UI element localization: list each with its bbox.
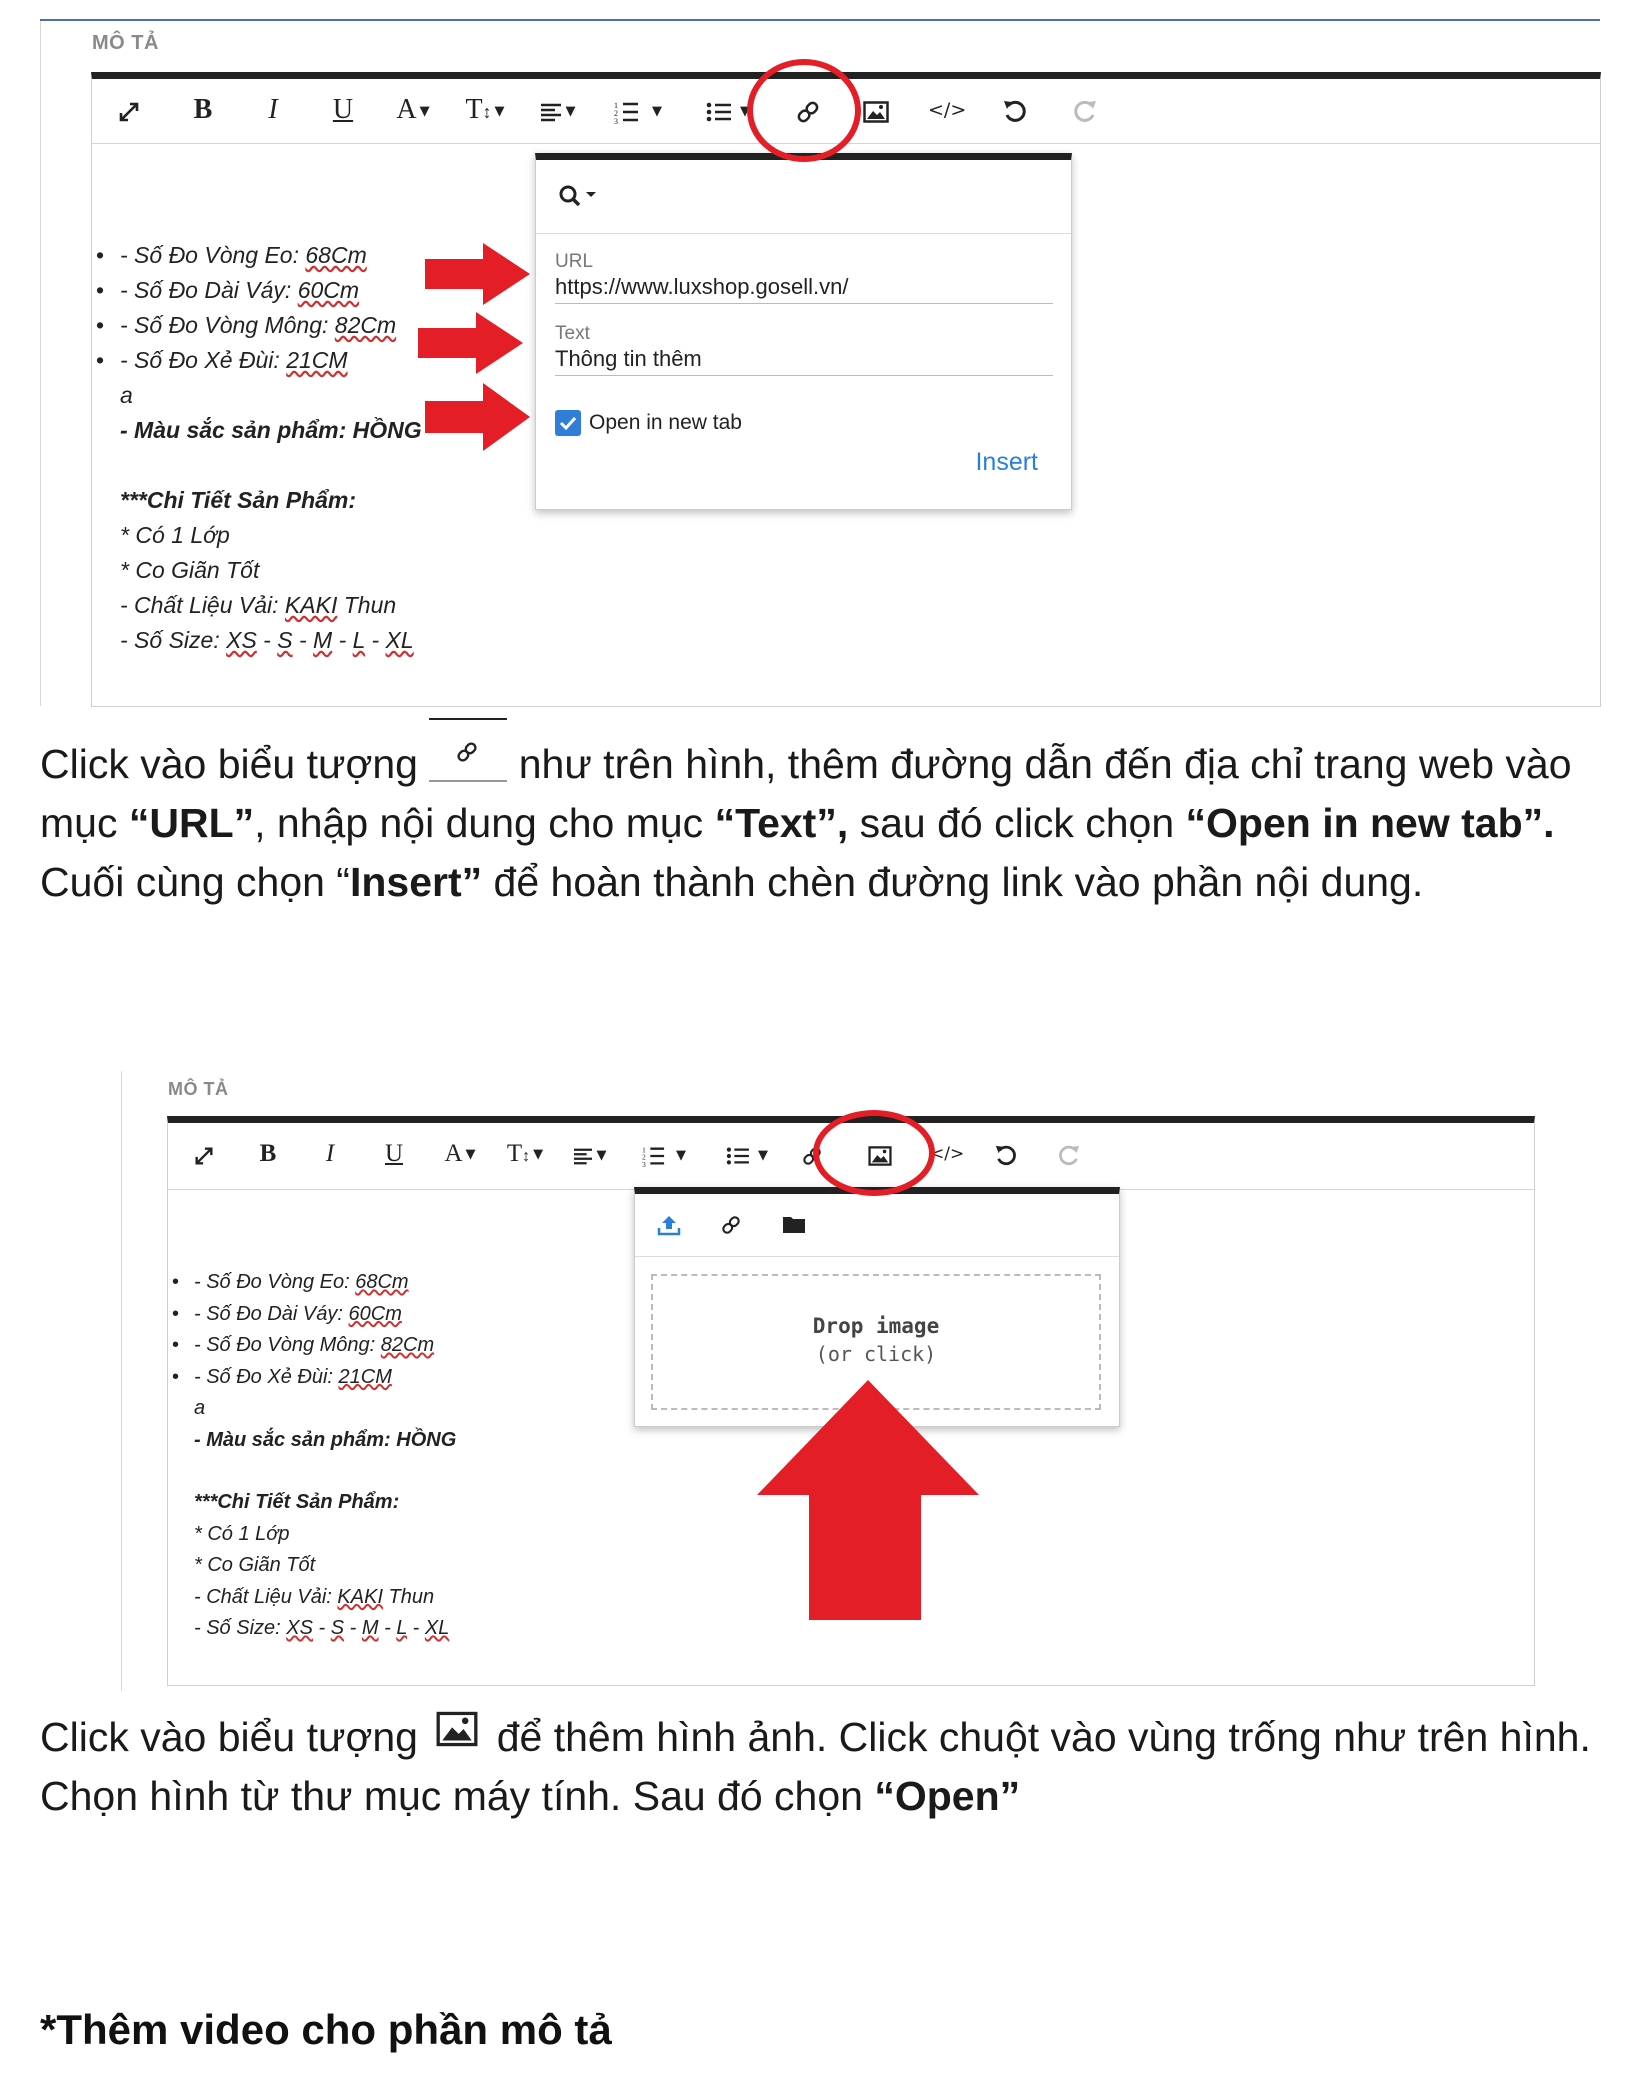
instruction-paragraph-2: Click vào biểu tượng để thêm hình ảnh. C… bbox=[40, 1704, 1600, 1826]
redo-icon[interactable] bbox=[1054, 1137, 1084, 1171]
upload-icon[interactable] bbox=[657, 1214, 681, 1241]
code-view-icon[interactable]: </> bbox=[928, 93, 966, 127]
text-label: Text bbox=[555, 323, 590, 344]
detail-line: * Có 1 Lớp bbox=[120, 522, 230, 548]
url-input[interactable]: https://www.luxshop.gosell.vn/ bbox=[555, 274, 848, 300]
detail-title: ***Chi Tiết Sản Phẩm: bbox=[120, 487, 357, 513]
shot2-left-border bbox=[121, 1071, 122, 1691]
section-label: MÔ TẢ bbox=[168, 1079, 229, 1099]
url-underline bbox=[555, 303, 1053, 304]
editor-content[interactable]: • - Số Đo Vòng Eo: 68Cm • - Số Đo Dài Váy:… bbox=[172, 1267, 457, 1645]
material-line: - Chất Liệu Vải: KAKI Thun bbox=[194, 1585, 435, 1608]
italic-icon[interactable]: I bbox=[258, 93, 288, 127]
detail-line: * Co Giãn Tốt bbox=[120, 557, 260, 583]
image-dialog-tabs bbox=[635, 1194, 1119, 1257]
editor-content[interactable]: • - Số Đo Vòng Eo: 68Cm • - Số Đo Dài Váy:… bbox=[96, 238, 422, 658]
text-underline bbox=[555, 375, 1053, 376]
fullscreen-icon[interactable] bbox=[190, 1137, 218, 1171]
align-icon[interactable]: ▼ bbox=[532, 93, 582, 127]
ordered-list-icon[interactable]: 1 2 3 ▼ bbox=[607, 93, 669, 127]
text-input[interactable]: Thông tin thêm bbox=[555, 346, 702, 372]
link-icon[interactable] bbox=[720, 1214, 742, 1241]
image-icon[interactable] bbox=[858, 93, 894, 127]
list-item: • - Số Đo Dài Váy: 60Cm bbox=[96, 277, 360, 303]
list-item: • - Số Đo Vòng Eo: 68Cm bbox=[172, 1271, 409, 1293]
font-color-icon[interactable]: A ▼ bbox=[388, 93, 438, 127]
unordered-list-icon[interactable]: ▼ bbox=[719, 1137, 775, 1171]
undo-icon[interactable] bbox=[991, 1137, 1021, 1171]
url-label: URL bbox=[555, 251, 594, 272]
highlight-ring bbox=[747, 59, 861, 162]
list-item: • - Số Đo Vòng Eo: 68Cm bbox=[96, 242, 367, 268]
drop-subtitle: (or click) bbox=[815, 1342, 937, 1366]
bold-icon[interactable]: B bbox=[188, 93, 218, 127]
link-icon bbox=[429, 718, 508, 782]
color-line: - Màu sắc sản phẩm: HỒNG bbox=[120, 417, 422, 443]
link-dialog: URL https://www.luxshop.gosell.vn/ Text … bbox=[535, 153, 1072, 510]
arrow-right-icon bbox=[425, 243, 530, 305]
section-label: MÔ TẢ bbox=[92, 32, 159, 54]
arrow-right-icon bbox=[425, 383, 530, 451]
list-item: • - Số Đo Vòng Mông: 82Cm bbox=[172, 1334, 435, 1356]
list-item: • - Số Đo Vòng Mông: 82Cm bbox=[96, 312, 397, 338]
insert-button[interactable]: Insert bbox=[975, 448, 1038, 477]
instruction-paragraph-1: Click vào biểu tượng như trên hình, thêm… bbox=[40, 718, 1620, 912]
italic-icon[interactable]: I bbox=[316, 1137, 344, 1171]
fullscreen-icon[interactable] bbox=[114, 93, 144, 127]
image-icon bbox=[435, 1704, 479, 1763]
drop-title: Drop image bbox=[812, 1314, 940, 1338]
detail-line: * Có 1 Lớp bbox=[194, 1522, 290, 1545]
size-line: - Số Size: XS - S - M - L - XL bbox=[194, 1617, 450, 1639]
ordered-list-icon[interactable]: 1 2 3 ▼ bbox=[636, 1137, 692, 1171]
list-item: • - Số Đo Xẻ Đùi: 21CM bbox=[172, 1365, 392, 1388]
shot1-left-border bbox=[40, 21, 41, 706]
svg-text:3: 3 bbox=[642, 1160, 646, 1167]
font-size-icon[interactable]: T↕ ▼ bbox=[502, 1137, 548, 1171]
underline-icon[interactable]: U bbox=[328, 93, 358, 127]
size-line: - Số Size: XS - S - M - L - XL bbox=[120, 627, 414, 653]
link-dialog-header bbox=[536, 160, 1071, 234]
detail-title: ***Chi Tiết Sản Phẩm: bbox=[194, 1491, 400, 1513]
undo-icon[interactable] bbox=[998, 93, 1032, 127]
arrow-right-icon bbox=[418, 312, 523, 374]
redo-icon[interactable] bbox=[1068, 93, 1102, 127]
font-color-icon[interactable]: A ▼ bbox=[438, 1137, 482, 1171]
font-size-icon[interactable]: T↕ ▼ bbox=[459, 93, 511, 127]
align-icon[interactable]: ▼ bbox=[566, 1137, 612, 1171]
list-item: • - Số Đo Xẻ Đùi: 21CM bbox=[96, 347, 348, 373]
detail-line: * Co Giãn Tốt bbox=[194, 1554, 316, 1576]
list-item: • - Số Đo Dài Váy: 60Cm bbox=[172, 1302, 402, 1325]
content-line: a bbox=[120, 382, 133, 408]
checkbox-icon[interactable] bbox=[555, 410, 581, 441]
material-line: - Chất Liệu Vải: KAKI Thun bbox=[120, 592, 397, 618]
arrow-up-icon bbox=[757, 1380, 979, 1620]
search-icon[interactable] bbox=[558, 184, 598, 213]
top-divider bbox=[40, 19, 1600, 21]
bold-icon[interactable]: B bbox=[254, 1137, 282, 1171]
underline-icon[interactable]: U bbox=[380, 1137, 408, 1171]
folder-icon[interactable] bbox=[783, 1215, 805, 1238]
highlight-ring bbox=[813, 1110, 935, 1196]
content-line: a bbox=[194, 1397, 206, 1419]
color-line: - Màu sắc sản phẩm: HỒNG bbox=[194, 1428, 457, 1451]
open-new-tab-label[interactable]: Open in new tab bbox=[589, 411, 742, 435]
svg-text:3: 3 bbox=[614, 117, 618, 124]
section-heading: *Thêm video cho phần mô tả bbox=[40, 2006, 612, 2053]
